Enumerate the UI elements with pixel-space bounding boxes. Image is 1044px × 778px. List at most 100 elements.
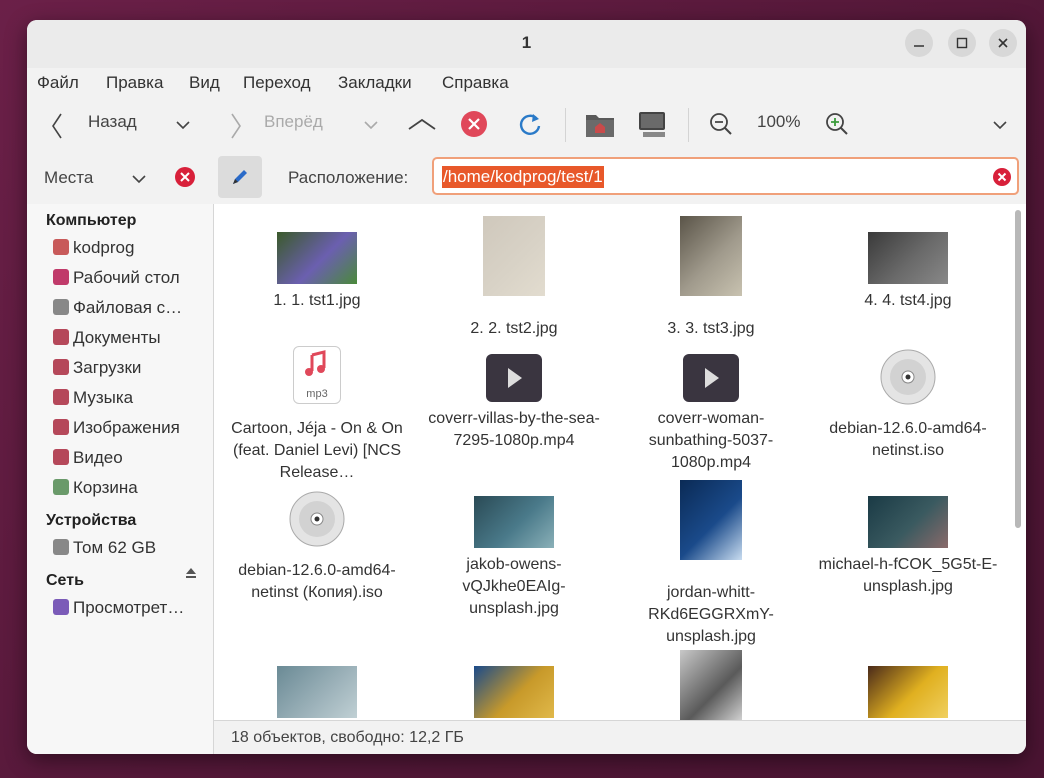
status-bar: 18 объектов, свободно: 12,2 ГБ xyxy=(214,720,1026,754)
minimize-icon xyxy=(914,45,924,47)
menu-help[interactable]: Справка xyxy=(442,73,509,93)
edit-location-toggle[interactable] xyxy=(218,156,262,198)
menu-file[interactable]: Файл xyxy=(37,73,79,93)
sidebar-item-label: Видео xyxy=(73,448,123,467)
folder-icon xyxy=(53,449,69,465)
close-button[interactable] xyxy=(989,29,1017,57)
reload-icon[interactable] xyxy=(517,111,543,137)
file-item[interactable]: coverr-villas-by-the-sea-7295-1080p.mp4 xyxy=(419,354,609,452)
back-arrow-icon[interactable] xyxy=(49,112,65,140)
sidebar-item-computer-4[interactable]: Загрузки xyxy=(53,358,208,384)
video-file-icon xyxy=(683,354,739,402)
sidebar-item-computer-1[interactable]: Рабочий стол xyxy=(53,268,208,294)
folder-icon xyxy=(53,239,69,255)
sidebar-section-network: Сеть xyxy=(46,572,84,589)
video-file-icon xyxy=(486,354,542,402)
zoom-out-icon[interactable] xyxy=(709,112,733,136)
disc-image-icon xyxy=(288,490,346,548)
back-history-chevron-icon[interactable] xyxy=(176,120,190,130)
eject-icon[interactable] xyxy=(185,567,197,579)
image-thumbnail xyxy=(474,666,554,718)
file-item[interactable] xyxy=(419,666,609,720)
toolbar-separator xyxy=(688,108,689,142)
sidebar-item-devices-0[interactable]: Том 62 GB xyxy=(53,538,208,564)
file-name: coverr-woman-sunbathing-5037-1080p.mp4 xyxy=(648,410,774,471)
file-item[interactable] xyxy=(616,650,806,720)
file-item[interactable]: coverr-woman-sunbathing-5037-1080p.mp4 xyxy=(616,354,806,474)
menu-go[interactable]: Переход xyxy=(243,73,311,93)
image-thumbnail xyxy=(868,666,948,718)
mp3-icon-label: mp3 xyxy=(306,388,328,400)
file-item[interactable]: debian-12.6.0-amd64-netinst.iso xyxy=(813,349,1003,462)
file-name: coverr-villas-by-the-sea-7295-1080p.mp4 xyxy=(428,410,600,449)
computer-icon[interactable] xyxy=(637,109,669,139)
maximize-button[interactable] xyxy=(948,29,976,57)
sidebar-item-label: Документы xyxy=(73,328,161,347)
disc-icon xyxy=(880,349,936,405)
folder-icon xyxy=(53,359,69,375)
sidebar-item-computer-6[interactable]: Изображения xyxy=(53,418,208,444)
location-input[interactable]: /home/kodprog/test/1 xyxy=(432,157,1019,195)
status-text: 18 объектов, свободно: 12,2 ГБ xyxy=(231,729,464,746)
image-thumbnail xyxy=(868,232,948,284)
image-thumbnail xyxy=(277,666,357,718)
menu-bookmarks[interactable]: Закладки xyxy=(338,73,412,93)
file-item[interactable]: michael-h-fCOK_5G5t-E-unsplash.jpg xyxy=(813,496,1003,598)
forward-arrow-icon[interactable] xyxy=(228,112,244,140)
folder-icon xyxy=(53,329,69,345)
toolbar-overflow-chevron-icon[interactable] xyxy=(993,120,1007,130)
file-item[interactable]: debian-12.6.0-amd64-netinst (Копия).iso xyxy=(222,491,412,604)
up-arrow-icon[interactable] xyxy=(407,116,437,132)
file-item[interactable]: jakob-owens-vQJkhe0EAIg-unsplash.jpg xyxy=(419,496,609,620)
location-bar: Места Расположение: /home/kodprog/test/1 xyxy=(27,152,1026,205)
sidebar-item-computer-0[interactable]: kodprog xyxy=(53,238,208,264)
menu-view[interactable]: Вид xyxy=(189,73,220,93)
file-item[interactable] xyxy=(813,666,1003,720)
sidebar-item-label: Рабочий стол xyxy=(73,268,180,287)
file-item[interactable]: 3. 3. tst3.jpg xyxy=(616,216,806,340)
file-name: jordan-whitt-RKd6EGGRXmY-unsplash.jpg xyxy=(648,584,774,645)
file-item[interactable]: 1. 1. tst1.jpg xyxy=(222,232,412,312)
sidebar-item-computer-3[interactable]: Документы xyxy=(53,328,208,354)
zoom-in-icon[interactable] xyxy=(825,112,849,136)
sidebar-item-computer-8[interactable]: Корзина xyxy=(53,478,208,504)
sidebar-item-computer-7[interactable]: Видео xyxy=(53,448,208,474)
forward-history-chevron-icon[interactable] xyxy=(364,120,378,130)
minimize-button[interactable] xyxy=(905,29,933,57)
menu-edit[interactable]: Правка xyxy=(106,73,163,93)
sidebar-item-computer-5[interactable]: Музыка xyxy=(53,388,208,414)
clear-location-icon[interactable] xyxy=(992,167,1012,187)
file-item[interactable]: mp3 Cartoon, Jéja - On & On (feat. Daniel… xyxy=(222,346,412,484)
maximize-icon xyxy=(956,37,968,49)
close-sidebar-icon[interactable] xyxy=(174,166,196,188)
scrollbar-thumb[interactable] xyxy=(1015,210,1021,528)
file-name: jakob-owens-vQJkhe0EAIg-unsplash.jpg xyxy=(462,556,566,617)
stop-icon[interactable] xyxy=(460,110,488,138)
image-thumbnail xyxy=(680,216,742,296)
places-chevron-icon[interactable] xyxy=(132,174,146,184)
file-name: 3. 3. tst3.jpg xyxy=(667,320,755,337)
sidebar-item-network-0[interactable]: Просмотрет… xyxy=(53,598,208,624)
image-thumbnail xyxy=(680,480,742,560)
file-name: michael-h-fCOK_5G5t-E-unsplash.jpg xyxy=(818,556,998,595)
sidebar-item-label: kodprog xyxy=(73,238,135,257)
home-folder-icon[interactable] xyxy=(584,109,616,139)
file-grid: 1. 1. tst1.jpg 2. 2. tst2.jpg 3. 3. tst3.j… xyxy=(214,204,1026,720)
file-item[interactable]: 2. 2. tst2.jpg xyxy=(419,216,609,340)
file-item[interactable]: 4. 4. tst4.jpg xyxy=(813,232,1003,312)
file-item[interactable] xyxy=(222,666,412,720)
audio-file-icon: mp3 xyxy=(293,346,341,404)
places-selector[interactable]: Места xyxy=(44,168,93,188)
image-thumbnail xyxy=(483,216,545,296)
image-thumbnail xyxy=(474,496,554,548)
forward-button[interactable]: Вперёд xyxy=(264,112,323,132)
file-name: 1. 1. tst1.jpg xyxy=(273,292,361,309)
sidebar-item-label: Файловая с… xyxy=(73,298,183,317)
file-manager-window: 1 Файл Правка Вид Переход Закладки Справ… xyxy=(27,20,1026,754)
sidebar: Компьютер kodprog Рабочий стол Файловая с…… xyxy=(27,204,214,754)
sidebar-item-computer-2[interactable]: Файловая с… xyxy=(53,298,208,324)
back-button[interactable]: Назад xyxy=(88,112,137,132)
window-title: 1 xyxy=(521,33,532,52)
file-item[interactable]: jordan-whitt-RKd6EGGRXmY-unsplash.jpg xyxy=(616,480,806,648)
disc-icon xyxy=(289,491,345,547)
